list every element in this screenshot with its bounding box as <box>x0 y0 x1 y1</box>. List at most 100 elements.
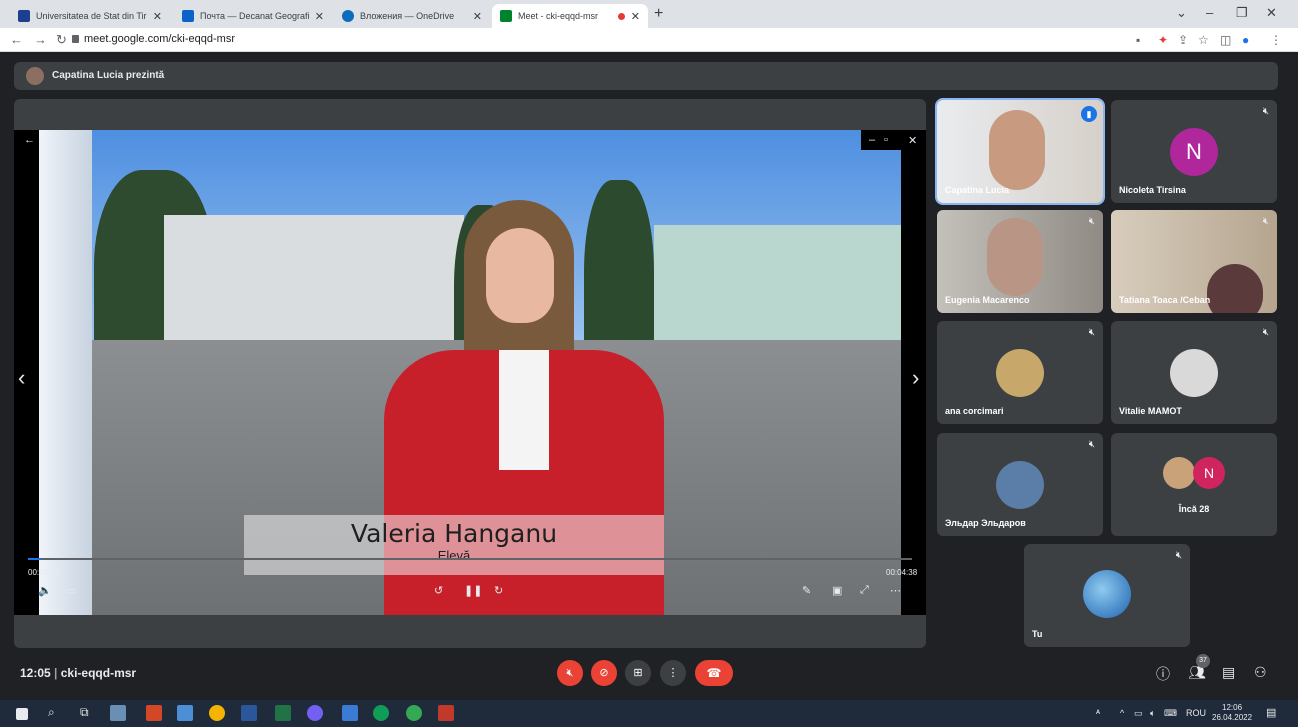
activities-icon[interactable]: ⚇ <box>1254 664 1267 681</box>
participant-overflow-tile[interactable]: N Încă 28 <box>1111 433 1277 536</box>
network-icon[interactable]: ▭ <box>1134 708 1143 719</box>
extension-icon[interactable]: ✦ <box>1158 33 1168 47</box>
participant-name: Eugenia Macarenco <box>945 295 1030 305</box>
language-indicator[interactable]: ROU <box>1186 708 1206 718</box>
video-window-left <box>39 130 92 615</box>
windows-start-icon[interactable] <box>16 708 28 720</box>
subtitles-icon[interactable]: ▭ <box>66 584 76 597</box>
meeting-info: 12:05 | cki-eqqd-msr <box>20 666 136 680</box>
browser-tab-bar: Universitatea de Stat din Tiraspol ✕ Поч… <box>0 0 1298 28</box>
tab-meet[interactable]: Meet - cki-eqqd-msr ✕ <box>492 4 648 28</box>
pause-icon[interactable]: ❚❚ <box>464 584 482 597</box>
accessibility-icon[interactable]: ᴬ <box>1096 708 1100 718</box>
participant-name: Tu <box>1032 629 1043 639</box>
close-tab-icon[interactable]: ✕ <box>153 10 162 23</box>
lock-icon[interactable] <box>72 35 79 43</box>
participant-tile[interactable]: 🔇︎ Vitalie MAMOT <box>1111 321 1277 424</box>
participant-face <box>989 110 1045 190</box>
reload-icon[interactable]: ↻ <box>56 32 67 48</box>
new-tab-button[interactable]: + <box>654 5 663 23</box>
participant-tile[interactable]: 🔇︎ N Nicoleta Tirsina <box>1111 100 1277 203</box>
keyboard-icon[interactable]: ⌨ <box>1164 708 1177 719</box>
university-favicon-icon <box>18 10 30 22</box>
menu-dots-icon[interactable]: ⋮ <box>1270 33 1282 47</box>
app-icon[interactable] <box>438 705 454 721</box>
powerpoint-app-icon[interactable] <box>146 705 162 721</box>
chrome-profile-app-icon[interactable] <box>373 705 389 721</box>
back-icon[interactable]: ← <box>10 32 23 47</box>
volume-tray-icon[interactable]: 🔈︎ <box>1150 708 1155 719</box>
participant-tile[interactable]: 🔇︎ Tatiana Toaca /Ceban <box>1111 210 1277 313</box>
video-close-icon[interactable]: ✕ <box>908 134 917 147</box>
participant-avatar: N <box>1170 128 1218 176</box>
url-field[interactable]: meet.google.com/cki-eqqd-msr <box>84 33 235 45</box>
more-options-button[interactable]: ⋮ <box>660 660 686 686</box>
mic-toggle-button[interactable]: 🔇︎ <box>557 660 583 686</box>
chrome-app-icon[interactable] <box>209 705 225 721</box>
previous-arrow-icon[interactable]: ‹ <box>18 365 25 391</box>
participant-face <box>1207 264 1263 313</box>
video-back-icon[interactable]: ← <box>24 134 35 146</box>
tray-chevron-icon[interactable]: ^ <box>1120 708 1124 718</box>
viber-app-icon[interactable] <box>307 705 323 721</box>
taskbar-clock[interactable]: 12:06 26.04.2022 <box>1212 703 1252 723</box>
tab-usdt[interactable]: Universitatea de Stat din Tiraspol ✕ <box>10 4 170 28</box>
overflow-avatar <box>1163 457 1195 489</box>
camera-icon[interactable]: ▪ <box>1136 33 1140 47</box>
video-progress-fill <box>28 558 42 560</box>
forward-30-icon[interactable]: ↻ <box>494 584 503 597</box>
participant-tile[interactable]: 🔇︎ Эльдар Эльдаров <box>937 433 1103 536</box>
shared-video[interactable]: Valeria Hanganu Elevă ← – ▫ ✕ 00:00:05 0… <box>14 130 926 615</box>
participant-tile[interactable]: 🔇︎ Eugenia Macarenco <box>937 210 1103 313</box>
minimize-icon[interactable]: – <box>1206 5 1213 20</box>
excel-app-icon[interactable] <box>275 705 291 721</box>
volume-icon[interactable]: 🔈 <box>38 584 52 597</box>
participant-name: Capatina Lucia <box>945 185 1010 195</box>
miniplayer-icon[interactable]: ▣ <box>832 584 842 597</box>
profile-icon[interactable]: ● <box>1242 33 1249 47</box>
search-icon[interactable]: ⌕ <box>48 705 55 720</box>
sidebar-icon[interactable]: ◫ <box>1220 33 1231 47</box>
restore-icon[interactable]: ❐ <box>1236 5 1248 21</box>
app-icon[interactable] <box>342 705 358 721</box>
video-minimize-icon[interactable]: – <box>869 134 875 146</box>
mic-off-icon: 🔇︎ <box>1262 216 1269 227</box>
notifications-icon[interactable]: ▤ <box>1266 706 1276 719</box>
presenter-banner: Capatina Lucia prezintă <box>14 62 1278 90</box>
mic-off-icon: 🔇︎ <box>1088 216 1095 227</box>
tab-mail[interactable]: Почта — Decanat Geografie — C ✕ <box>174 4 332 28</box>
video-progress-bar[interactable] <box>28 558 912 560</box>
self-tile[interactable]: 🔇︎ Tu <box>1024 544 1190 647</box>
participant-tile[interactable]: ▮ Capatina Lucia <box>935 98 1105 205</box>
close-tab-icon[interactable]: ✕ <box>473 10 482 23</box>
close-window-icon[interactable]: ✕ <box>1266 5 1277 21</box>
meeting-code: cki-eqqd-msr <box>60 666 137 680</box>
video-restore-icon[interactable]: ▫ <box>884 134 888 146</box>
windows-taskbar: ⌕ ⧉ ᴬ ^ ▭ 🔈︎ ⌨ ROU 12:06 26.04.2022 ▤ <box>0 700 1298 727</box>
participant-tile[interactable]: 🔇︎ ana corcimari <box>937 321 1103 424</box>
next-arrow-icon[interactable]: › <box>912 365 919 391</box>
files-app-icon[interactable] <box>177 705 193 721</box>
word-app-icon[interactable] <box>241 705 257 721</box>
more-options-icon[interactable]: ⋯ <box>890 584 901 597</box>
close-tab-icon[interactable]: ✕ <box>315 10 324 23</box>
tab-onedrive[interactable]: Вложения — OneDrive ✕ <box>334 4 490 28</box>
explorer-app-icon[interactable] <box>110 705 126 721</box>
meeting-details-icon[interactable]: ⓘ <box>1156 664 1170 684</box>
task-view-icon[interactable]: ⧉ <box>80 705 89 720</box>
chat-icon[interactable]: ▤ <box>1222 664 1235 681</box>
chrome-profile-app-icon[interactable] <box>406 705 422 721</box>
close-tab-icon[interactable]: ✕ <box>631 10 640 23</box>
forward-icon[interactable]: → <box>34 32 47 47</box>
lower-third-caption: Valeria Hanganu Elevă <box>244 515 664 575</box>
camera-toggle-button[interactable]: ⊘ <box>591 660 617 686</box>
pen-icon[interactable]: ✎ <box>802 584 811 597</box>
share-icon[interactable]: ⇪ <box>1178 33 1188 47</box>
participant-avatar <box>996 461 1044 509</box>
present-button[interactable]: ⊞ <box>625 660 651 686</box>
bookmark-star-icon[interactable]: ☆ <box>1198 33 1209 47</box>
rewind-10-icon[interactable]: ↺ <box>434 584 443 597</box>
fullscreen-icon[interactable]: ⤢ <box>860 584 869 597</box>
leave-call-button[interactable]: ☎︎ <box>695 660 733 686</box>
tab-search-icon[interactable]: ⌄ <box>1176 5 1187 21</box>
